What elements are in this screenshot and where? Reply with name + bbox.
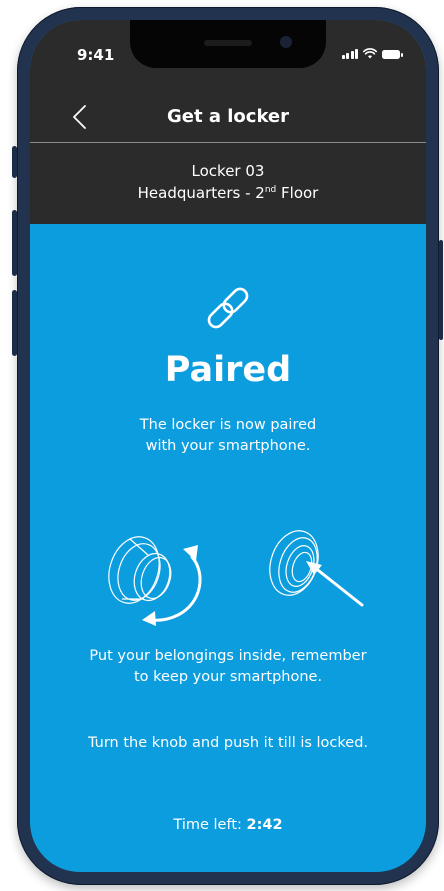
signal-icon: [341, 48, 358, 59]
battery-icon: [382, 50, 403, 59]
status-icons: [341, 47, 403, 59]
volume-down-button: [12, 290, 17, 356]
mute-switch: [12, 146, 17, 178]
notch: [130, 20, 326, 68]
paired-title: Paired: [164, 350, 292, 390]
time-left: Time left: 2:42: [173, 817, 283, 833]
wifi-icon: [363, 48, 377, 59]
volume-up-button: [12, 210, 17, 276]
app-screen: 9:41 Get a locker Locker 03 Headquarters…: [30, 20, 426, 872]
speaker-grille: [204, 40, 252, 46]
push-knob-illustration: [269, 530, 364, 607]
timer-value: 2:42: [246, 817, 283, 833]
paired-description: The locker is now paired with your smart…: [139, 417, 317, 454]
status-time: 9:41: [77, 46, 115, 64]
knob-instruction: Turn the knob and push it till is locked…: [87, 735, 369, 751]
turn-knob-illustration: [108, 536, 202, 626]
locker-location: Headquarters - 2nd Floor: [137, 184, 319, 202]
locker-name: Locker 03: [191, 162, 265, 180]
power-button: [439, 240, 443, 340]
page-title: Get a locker: [166, 106, 290, 127]
header-divider: [30, 142, 426, 143]
belongings-instruction: Put your belongings inside, remember to …: [89, 648, 367, 685]
front-camera: [280, 36, 292, 48]
link-icon: [207, 287, 249, 329]
